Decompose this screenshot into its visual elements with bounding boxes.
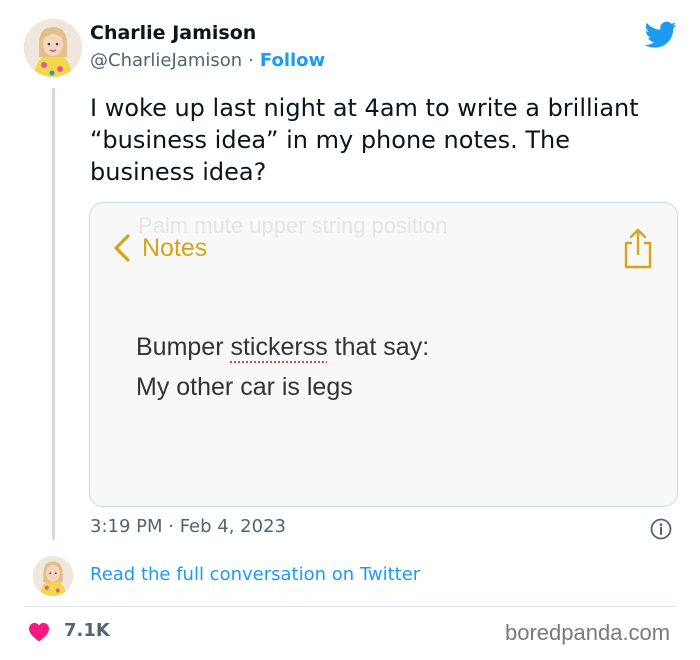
- source-watermark: boredpanda.com: [505, 620, 671, 645]
- note-line-1-prefix: Bumper: [136, 333, 231, 361]
- tweet-media-image[interactable]: Palm mute upper string position Notes Bu…: [89, 202, 678, 507]
- notes-back-button: Notes: [112, 233, 207, 263]
- note-line-1: Bumper stickerss that say:: [136, 333, 429, 362]
- twitter-bird-icon[interactable]: [645, 21, 677, 49]
- thread-connector: [52, 88, 55, 540]
- author-handle[interactable]: @CharlieJamison: [90, 50, 242, 71]
- share-icon: [624, 228, 652, 269]
- author-avatar[interactable]: [24, 19, 82, 77]
- notes-back-label: Notes: [142, 233, 208, 262]
- author-meta: @CharlieJamison · Follow: [90, 50, 325, 71]
- heart-icon[interactable]: [28, 622, 50, 642]
- like-count[interactable]: 7.1K: [64, 620, 110, 641]
- read-conversation-link[interactable]: Read the full conversation on Twitter: [90, 564, 420, 585]
- info-icon[interactable]: [650, 518, 672, 540]
- author-name[interactable]: Charlie Jamison: [90, 22, 256, 44]
- footer-divider: [24, 606, 676, 607]
- note-typo-word: stickerss: [230, 333, 328, 361]
- tweet-text: I woke up last night at 4am to write a b…: [90, 94, 647, 186]
- meta-separator: ·: [248, 50, 254, 71]
- chevron-left-icon: [114, 234, 130, 262]
- avatar-portrait: [24, 19, 82, 77]
- note-line-2: My other car is legs: [136, 373, 353, 401]
- tweet-timestamp[interactable]: 3:19 PM · Feb 4, 2023: [90, 516, 286, 537]
- avatar-portrait-small: [33, 556, 73, 596]
- note-line-1-suffix: that say:: [327, 333, 430, 361]
- author-avatar-small[interactable]: [33, 556, 73, 596]
- follow-button[interactable]: Follow: [260, 50, 325, 71]
